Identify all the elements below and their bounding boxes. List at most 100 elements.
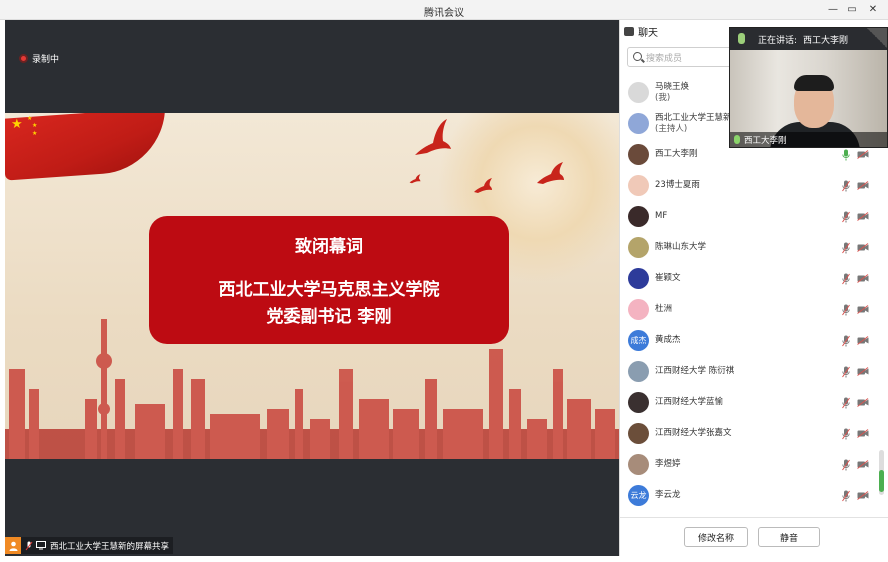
camera-off-icon[interactable] xyxy=(857,243,869,252)
camera-off-icon[interactable] xyxy=(857,460,869,469)
avatar xyxy=(628,454,649,475)
share-status-text: 西北工业大学王慧新的屏幕共享 xyxy=(50,541,170,552)
search-icon xyxy=(633,52,642,61)
video-name-label: 西工大李刚 xyxy=(730,132,887,147)
member-actions-bar: 修改名称 静音 xyxy=(620,517,888,556)
member-role: (主持人) xyxy=(655,123,688,134)
avatar xyxy=(628,82,649,103)
member-row[interactable]: 成杰 黄成杰 xyxy=(620,325,888,356)
member-name: 江西财经大学张嘉文 xyxy=(655,428,732,439)
avatar xyxy=(628,268,649,289)
member-row[interactable]: 云龙 李云龙 xyxy=(620,480,888,511)
mic-off-icon[interactable] xyxy=(842,242,850,254)
recording-label: 录制中 xyxy=(32,55,60,65)
member-row[interactable]: 江西财经大学 陈衍祺 xyxy=(620,356,888,387)
camera-off-icon[interactable] xyxy=(857,336,869,345)
camera-off-icon[interactable] xyxy=(857,150,869,159)
star-icon: ★ xyxy=(32,130,38,137)
star-icon: ★ xyxy=(27,115,33,122)
member-name: 杜洲 xyxy=(655,304,672,315)
rename-button[interactable]: 修改名称 xyxy=(684,527,748,547)
avatar: 云龙 xyxy=(628,485,649,506)
camera-off-icon[interactable] xyxy=(857,305,869,314)
slide-heading: 致闭幕词 xyxy=(295,237,363,257)
chat-tab[interactable]: 聊天 xyxy=(624,24,658,39)
mic-off-icon[interactable] xyxy=(842,397,850,409)
member-row[interactable]: 江西财经大学蓝愉 xyxy=(620,387,888,418)
member-name: 黄成杰 xyxy=(655,335,681,346)
mic-off-icon[interactable] xyxy=(842,180,850,192)
mic-off-icon[interactable] xyxy=(842,273,850,285)
avatar xyxy=(628,423,649,444)
member-name: 崔颖文 xyxy=(655,273,681,284)
mic-off-icon[interactable] xyxy=(842,490,850,502)
mic-icon xyxy=(734,135,740,144)
camera-off-icon[interactable] xyxy=(857,491,869,500)
mic-off-icon[interactable] xyxy=(842,366,850,378)
member-name: 23博士夏雨 xyxy=(655,180,700,191)
scroll-thumb[interactable] xyxy=(879,470,884,492)
member-name-text: 江西财经大学张嘉文 xyxy=(655,428,732,438)
shared-screen-area: 录制中 ★ ★ ★ ★ 致闭幕词 西北工业大学马克思主义学院 党委副书记 李刚 xyxy=(5,20,619,556)
member-name-text: 23博士夏雨 xyxy=(655,180,700,190)
member-name-text: 马晓王焕 xyxy=(655,81,690,92)
camera-off-icon[interactable] xyxy=(857,367,869,376)
presentation-slide: ★ ★ ★ ★ 致闭幕词 西北工业大学马克思主义学院 党委副书记 李刚 xyxy=(5,113,619,459)
member-search-input[interactable]: 搜索成员 xyxy=(627,47,735,67)
member-role: (我) xyxy=(655,92,671,103)
member-row[interactable]: MF xyxy=(620,201,888,232)
avatar xyxy=(628,175,649,196)
member-row[interactable]: 李煜婷 xyxy=(620,449,888,480)
search-placeholder: 搜索成员 xyxy=(646,53,683,64)
camera-off-icon[interactable] xyxy=(857,398,869,407)
mic-off-icon[interactable] xyxy=(842,459,850,471)
member-row[interactable]: 江西财经大学张嘉文 xyxy=(620,418,888,449)
title-bar: 腾讯会议 — ▭ ✕ xyxy=(0,0,888,20)
mic-on-icon[interactable] xyxy=(842,149,850,161)
dove-icon xyxy=(537,162,564,184)
member-name: MF xyxy=(655,211,667,222)
app-title: 腾讯会议 xyxy=(424,8,464,19)
member-name: 西北工业大学王慧新 (主持人) xyxy=(655,113,732,135)
dove-icon xyxy=(415,119,451,155)
minimize-button[interactable]: — xyxy=(826,3,840,17)
restore-button[interactable]: ▭ xyxy=(845,3,859,17)
camera-off-icon[interactable] xyxy=(857,212,869,221)
mic-off-icon[interactable] xyxy=(842,428,850,440)
member-row[interactable]: 23博士夏雨 xyxy=(620,170,888,201)
member-name-text: 李煜婷 xyxy=(655,459,681,469)
member-name-text: 江西财经大学 陈衍祺 xyxy=(655,366,735,376)
mic-off-icon[interactable] xyxy=(842,304,850,316)
dove-icon xyxy=(409,174,421,184)
close-button[interactable]: ✕ xyxy=(866,3,880,17)
mic-off-icon xyxy=(25,541,33,550)
slide-institution: 西北工业大学马克思主义学院 xyxy=(218,280,440,300)
mute-button[interactable]: 静音 xyxy=(758,527,820,547)
screen-share-status: 西北工业大学王慧新的屏幕共享 xyxy=(5,537,173,554)
member-name-text: 崔颖文 xyxy=(655,273,681,283)
avatar xyxy=(628,392,649,413)
member-name-text: 黄成杰 xyxy=(655,335,681,345)
record-icon xyxy=(19,54,28,63)
star-icon: ★ xyxy=(32,122,38,129)
member-name: 江西财经大学 陈衍祺 xyxy=(655,366,734,377)
member-name: 马晓王焕 (我) xyxy=(655,82,689,104)
camera-off-icon[interactable] xyxy=(857,274,869,283)
member-name-text: 西北工业大学王慧新 xyxy=(655,112,732,123)
avatar xyxy=(628,361,649,382)
camera-off-icon[interactable] xyxy=(857,181,869,190)
mic-off-icon[interactable] xyxy=(842,335,850,347)
camera-off-icon[interactable] xyxy=(857,429,869,438)
member-name-text: 江西财经大学蓝愉 xyxy=(655,397,724,407)
active-speaker-video[interactable]: 正在讲话: 西工大李刚 西工大李刚 xyxy=(729,27,888,148)
mic-off-icon[interactable] xyxy=(842,211,850,223)
member-name: 江西财经大学蓝愉 xyxy=(655,397,723,408)
member-row[interactable]: 杜洲 xyxy=(620,294,888,325)
member-row[interactable]: 崔颖文 xyxy=(620,263,888,294)
speaking-prefix: 正在讲话: xyxy=(758,35,798,46)
member-name: 李云龙 xyxy=(655,490,681,501)
member-row[interactable]: 陈琳山东大学 xyxy=(620,232,888,263)
video-label-name: 西工大李刚 xyxy=(744,135,787,146)
avatar xyxy=(628,144,649,165)
member-name-text: MF xyxy=(655,211,668,221)
